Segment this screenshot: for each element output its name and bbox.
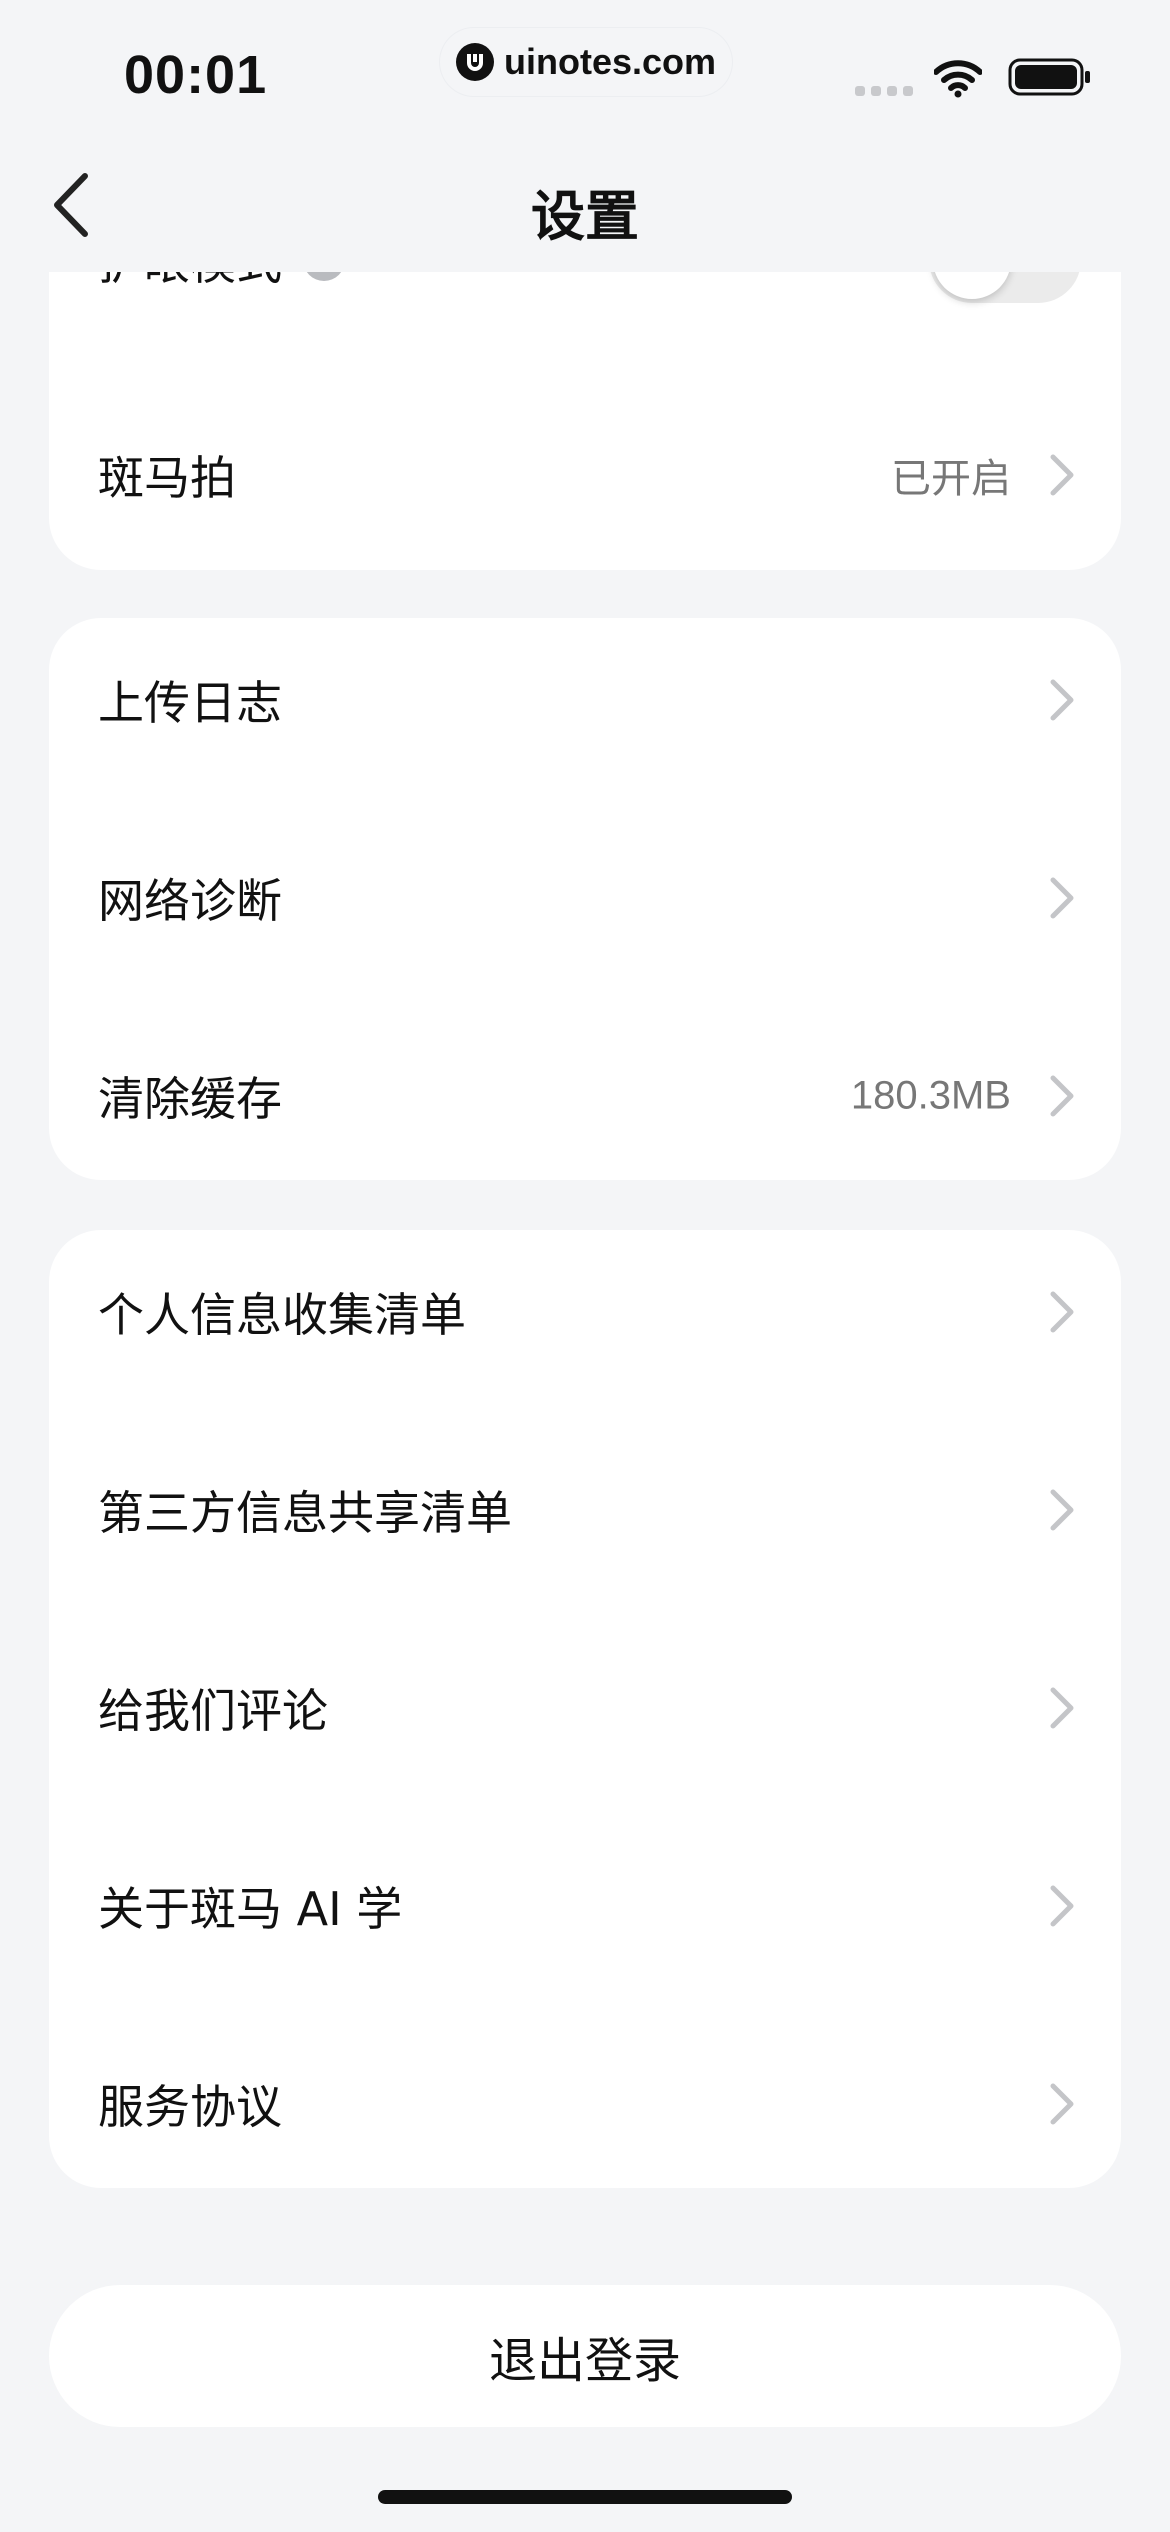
rate-us-row[interactable]: 给我们评论 (49, 1626, 1121, 1790)
clear-cache-label: 清除缓存 (98, 1072, 282, 1126)
wifi-icon (934, 60, 982, 98)
page-title: 设置 (531, 185, 639, 248)
logout-label: 退出登录 (488, 2333, 681, 2389)
personal-info-list-label: 个人信息收集清单 (98, 1288, 466, 1342)
network-diagnosis-row[interactable]: 网络诊断 (49, 816, 1121, 980)
chevron-right-icon (1050, 1075, 1074, 1117)
chevron-right-icon (1050, 2083, 1074, 2125)
status-time: 00:01 (124, 45, 268, 105)
uinotes-logo-icon (455, 43, 494, 81)
upload-log-label: 上传日志 (98, 676, 282, 730)
chevron-right-icon (1050, 1885, 1074, 1927)
zebra-pai-status: 已开启 (891, 456, 1011, 502)
home-indicator[interactable] (378, 2490, 792, 2504)
battery-icon (1008, 58, 1090, 96)
chevron-right-icon (1050, 1489, 1074, 1531)
rate-us-label: 给我们评论 (98, 1684, 328, 1738)
clear-cache-row[interactable]: 清除缓存 180.3MB (49, 1014, 1121, 1178)
chevron-right-icon (1050, 1291, 1074, 1333)
upload-log-row[interactable]: 上传日志 (49, 618, 1121, 782)
service-agreement-row[interactable]: 服务协议 (49, 2022, 1121, 2186)
chevron-right-icon (1050, 679, 1074, 721)
url-badge: uinotes.com (440, 28, 732, 96)
about-row[interactable]: 关于斑马 AI 学 (49, 1824, 1121, 1988)
cellular-signal-icon (855, 86, 913, 96)
personal-info-list-row[interactable]: 个人信息收集清单 (49, 1230, 1121, 1394)
status-bar: 00:01 uinotes.com (0, 0, 1170, 140)
cache-size-value: 180.3MB (850, 1073, 1011, 1118)
zebra-pai-label: 斑马拍 (98, 451, 236, 505)
third-party-sharing-label: 第三方信息共享清单 (98, 1486, 512, 1540)
network-diagnosis-label: 网络诊断 (98, 874, 282, 928)
navigation-bar: 设置 (0, 140, 1170, 272)
service-agreement-label: 服务协议 (98, 2080, 282, 2134)
chevron-right-icon (1050, 877, 1074, 919)
url-text: uinotes.com (503, 41, 717, 82)
chevron-right-icon (1050, 1687, 1074, 1729)
about-label: 关于斑马 AI 学 (98, 1882, 403, 1936)
zebra-pai-row[interactable]: 斑马拍 已开启 (49, 410, 1121, 540)
chevron-right-icon (1050, 454, 1074, 496)
logout-button[interactable]: 退出登录 (49, 2285, 1121, 2427)
settings-group-legal: 个人信息收集清单 第三方信息共享清单 给我们评论 关于斑马 AI 学 服务协议 (49, 1230, 1121, 2188)
settings-group-tools: 上传日志 网络诊断 清除缓存 180.3MB (49, 618, 1121, 1180)
third-party-sharing-row[interactable]: 第三方信息共享清单 (49, 1428, 1121, 1592)
